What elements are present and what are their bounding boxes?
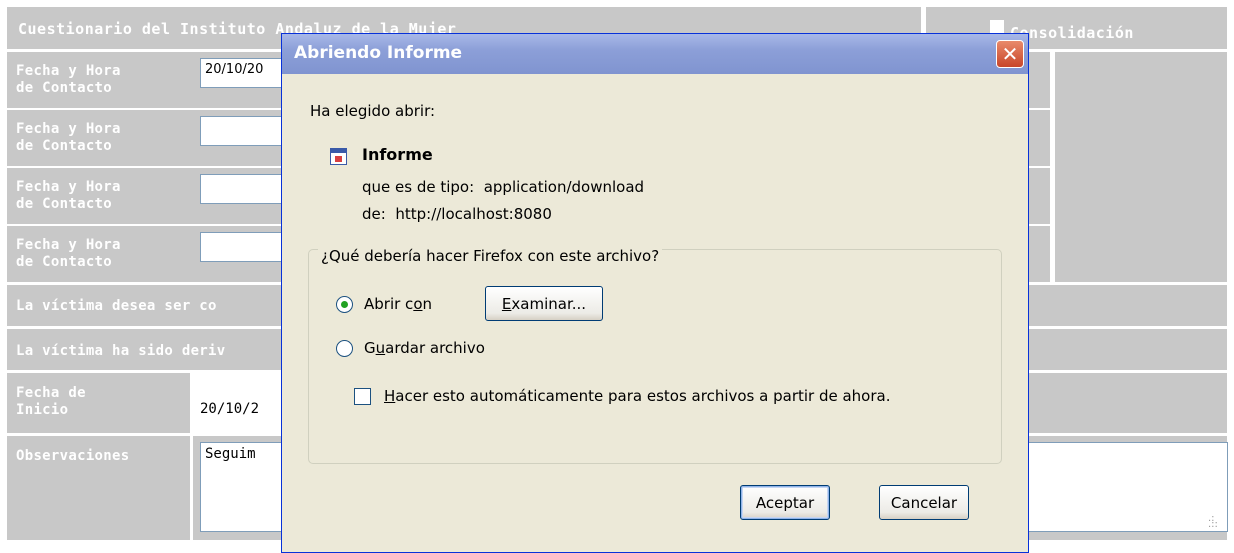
- close-button[interactable]: ✕: [996, 40, 1024, 68]
- fecha-inicio-right-cell: [1029, 373, 1227, 433]
- open-with-radio[interactable]: [336, 296, 353, 313]
- dialog-titlebar[interactable]: Abriendo Informe ✕: [282, 34, 1028, 74]
- consolidacion-checkbox[interactable]: [990, 20, 1004, 34]
- save-file-radio[interactable]: [336, 340, 353, 357]
- action-question: ¿Qué debería hacer Firefox con este arch…: [318, 247, 663, 265]
- open-file-dialog: Abriendo Informe ✕ Ha elegido abrir: Inf…: [281, 33, 1029, 553]
- victim-derived-label: La víctima ha sido deriv: [16, 343, 226, 359]
- contact-label: Fecha y Hora de Contacto: [16, 121, 121, 154]
- contact-label: Fecha y Hora de Contacto: [16, 63, 121, 96]
- browse-button[interactable]: Examinar...: [485, 286, 603, 321]
- contact-date-input[interactable]: 20/10/20: [200, 58, 290, 88]
- save-file-label[interactable]: Guardar archivo: [364, 339, 485, 357]
- auto-action-checkbox[interactable]: [354, 388, 371, 405]
- observaciones-label: Observaciones: [16, 448, 130, 464]
- contact-right-cell: [1055, 52, 1227, 282]
- contact-date-input[interactable]: [200, 232, 290, 262]
- resize-grip-icon[interactable]: .:.::: [1208, 514, 1218, 530]
- accept-button[interactable]: Aceptar: [740, 485, 830, 520]
- fecha-inicio-label: Fecha de Inicio: [16, 385, 86, 418]
- auto-action-label[interactable]: Hacer esto automáticamente para estos ar…: [384, 387, 891, 405]
- dialog-title: Abriendo Informe: [294, 43, 463, 63]
- victim-contact-label: La víctima desea ser co: [16, 298, 217, 314]
- file-type-line: que es de tipo: application/download: [362, 178, 645, 196]
- open-with-label[interactable]: Abrir con: [364, 295, 432, 313]
- contact-date-input[interactable]: [200, 174, 290, 204]
- contact-label: Fecha y Hora de Contacto: [16, 237, 121, 270]
- contact-label: Fecha y Hora de Contacto: [16, 179, 121, 212]
- intro-text: Ha elegido abrir:: [310, 102, 436, 120]
- file-name: Informe: [362, 145, 433, 164]
- file-icon: [330, 148, 347, 165]
- close-icon: ✕: [1001, 42, 1019, 66]
- contact-date-input[interactable]: [200, 116, 290, 146]
- file-source-line: de: http://localhost:8080: [362, 205, 552, 223]
- cancel-button[interactable]: Cancelar: [879, 485, 969, 520]
